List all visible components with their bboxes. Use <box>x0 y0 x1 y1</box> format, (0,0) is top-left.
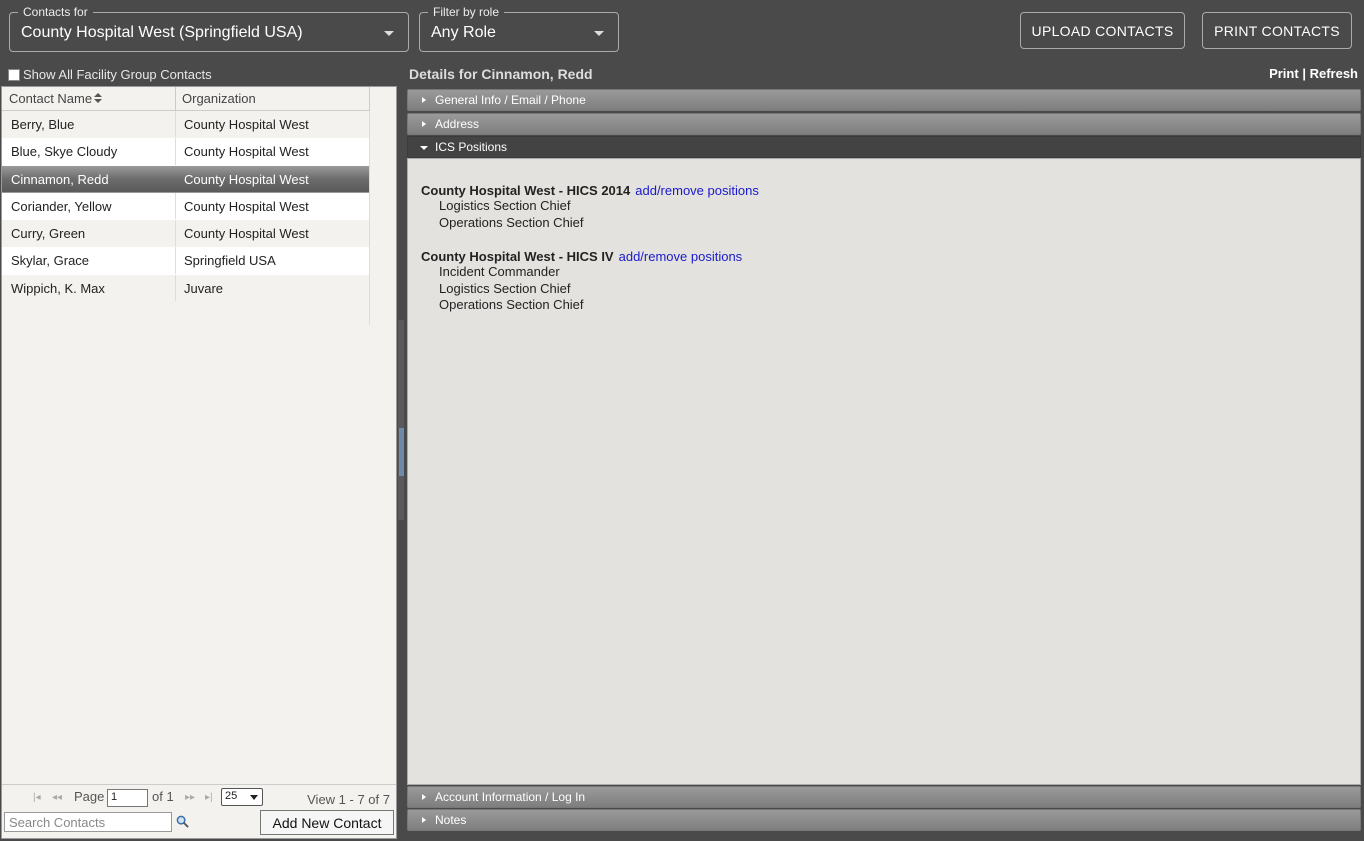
section-label: Notes <box>435 813 467 827</box>
organization-cell: County Hospital West <box>184 198 309 214</box>
print-refresh-links: Print | Refresh <box>1269 66 1358 81</box>
page-number-input[interactable]: 1 <box>107 789 148 807</box>
section-account-info[interactable]: Account Information / Log In <box>407 786 1361 808</box>
page-count-label: of 1 <box>152 789 174 804</box>
ics-positions-panel: County Hospital West - HICS 2014 add/remo… <box>407 158 1361 785</box>
checkbox-icon[interactable] <box>8 68 20 81</box>
view-record-count: View 1 - 7 of 7 <box>307 792 390 807</box>
expand-icon <box>422 794 426 800</box>
expand-icon <box>422 97 426 103</box>
page-size-select[interactable]: 25 <box>221 788 263 806</box>
expand-icon <box>422 817 426 823</box>
section-label: ICS Positions <box>435 140 508 154</box>
table-row[interactable]: Wippich, K. Max Juvare <box>2 274 370 302</box>
column-divider <box>175 87 176 111</box>
last-page-icon[interactable]: ▸| <box>205 792 213 803</box>
column-header-organization[interactable]: Organization <box>182 91 256 106</box>
chevron-down-icon <box>594 31 604 36</box>
section-general-info[interactable]: General Info / Email / Phone <box>407 89 1361 111</box>
next-page-icon[interactable]: ▸▸ <box>185 792 195 803</box>
first-page-icon[interactable]: |◂ <box>33 792 41 803</box>
contact-name-cell: Curry, Green <box>11 226 86 242</box>
refresh-link[interactable]: Refresh <box>1310 66 1358 81</box>
show-all-facility-checkbox[interactable]: Show All Facility Group Contacts <box>8 67 212 82</box>
table-row[interactable]: Blue, Skye Cloudy County Hospital West <box>2 138 370 166</box>
link-separator: | <box>1302 66 1306 81</box>
ics-group-title: County Hospital West - HICS IV <box>421 249 614 264</box>
organization-cell: County Hospital West <box>184 226 309 242</box>
section-ics-positions[interactable]: ICS Positions <box>407 136 1361 158</box>
grid-rows: Berry, Blue County Hospital West Blue, Sk… <box>2 111 370 325</box>
table-row[interactable]: Berry, Blue County Hospital West <box>2 111 370 138</box>
splitter-handle[interactable] <box>399 428 404 476</box>
organization-cell: Springfield USA <box>184 253 276 269</box>
ics-position: Operations Section Chief <box>439 297 584 312</box>
ics-group-title: County Hospital West - HICS 2014 <box>421 183 631 198</box>
panel-splitter[interactable] <box>398 320 404 520</box>
contact-name-cell: Cinnamon, Redd <box>11 171 109 187</box>
table-row[interactable]: Curry, Green County Hospital West <box>2 220 370 247</box>
ics-position: Operations Section Chief <box>439 214 584 230</box>
contact-name-cell: Wippich, K. Max <box>11 280 105 296</box>
chevron-down-icon <box>250 795 258 800</box>
collapse-icon <box>420 146 428 150</box>
organization-cell: County Hospital West <box>184 117 309 132</box>
filter-role-select[interactable]: Filter by role Any Role <box>419 5 619 52</box>
ics-position: Logistics Section Chief <box>439 198 571 213</box>
page-label: Page <box>74 789 105 804</box>
expand-icon <box>422 121 426 127</box>
contacts-for-value: County Hospital West (Springfield USA) <box>21 24 303 41</box>
section-label: Account Information / Log In <box>435 790 586 804</box>
upload-contacts-button[interactable]: UPLOAD CONTACTS <box>1020 12 1185 49</box>
add-remove-positions-link[interactable]: add/remove positions <box>619 249 743 264</box>
sort-icon <box>94 93 103 104</box>
contacts-for-select[interactable]: Contacts for County Hospital West (Sprin… <box>9 5 409 52</box>
print-contacts-button[interactable]: PRINT CONTACTS <box>1202 12 1352 49</box>
section-address[interactable]: Address <box>407 113 1361 135</box>
contact-name-cell: Blue, Skye Cloudy <box>11 144 118 160</box>
ics-position: Incident Commander <box>439 264 560 279</box>
section-label: Address <box>435 117 480 131</box>
chevron-down-icon <box>384 31 394 36</box>
ics-group: County Hospital West - HICS 2014 add/remo… <box>421 183 759 231</box>
details-title: Details for Cinnamon, Redd <box>409 66 593 82</box>
column-divider <box>369 87 370 111</box>
column-header-contact-name[interactable]: Contact Name <box>9 91 103 106</box>
table-row-selected[interactable]: Cinnamon, Redd County Hospital West <box>2 165 370 193</box>
add-new-contact-button[interactable]: Add New Contact <box>260 810 394 835</box>
organization-cell: County Hospital West <box>184 144 309 160</box>
show-all-label: Show All Facility Group Contacts <box>23 67 212 82</box>
pager: |◂ ◂◂ Page 1 of 1 ▸▸ ▸| 25 View 1 - 7 of… <box>2 784 396 810</box>
grid-header: Contact Name Organization <box>2 87 370 111</box>
prev-page-icon[interactable]: ◂◂ <box>52 792 62 803</box>
organization-cell: County Hospital West <box>184 171 309 187</box>
contact-name-cell: Berry, Blue <box>11 117 75 132</box>
ics-position: Logistics Section Chief <box>439 280 571 296</box>
section-notes[interactable]: Notes <box>407 809 1361 831</box>
section-label: General Info / Email / Phone <box>435 93 586 107</box>
add-remove-positions-link[interactable]: add/remove positions <box>635 183 759 198</box>
print-link[interactable]: Print <box>1269 66 1299 81</box>
contact-name-cell: Coriander, Yellow <box>11 198 112 214</box>
contacts-grid: Contact Name Organization Berry, Blue Cou… <box>1 86 397 839</box>
search-input[interactable]: Search Contacts <box>4 812 172 832</box>
contacts-for-legend: Contacts for <box>18 5 93 19</box>
column-divider <box>369 111 370 325</box>
ics-group: County Hospital West - HICS IV add/remove… <box>421 249 742 314</box>
filter-role-legend: Filter by role <box>428 5 505 19</box>
contact-name-cell: Skylar, Grace <box>11 253 90 269</box>
organization-cell: Juvare <box>184 280 224 296</box>
table-row[interactable]: Coriander, Yellow County Hospital West <box>2 192 370 221</box>
table-row[interactable]: Skylar, Grace Springfield USA <box>2 247 370 275</box>
filter-role-value: Any Role <box>431 24 496 41</box>
search-icon[interactable] <box>176 815 189 828</box>
